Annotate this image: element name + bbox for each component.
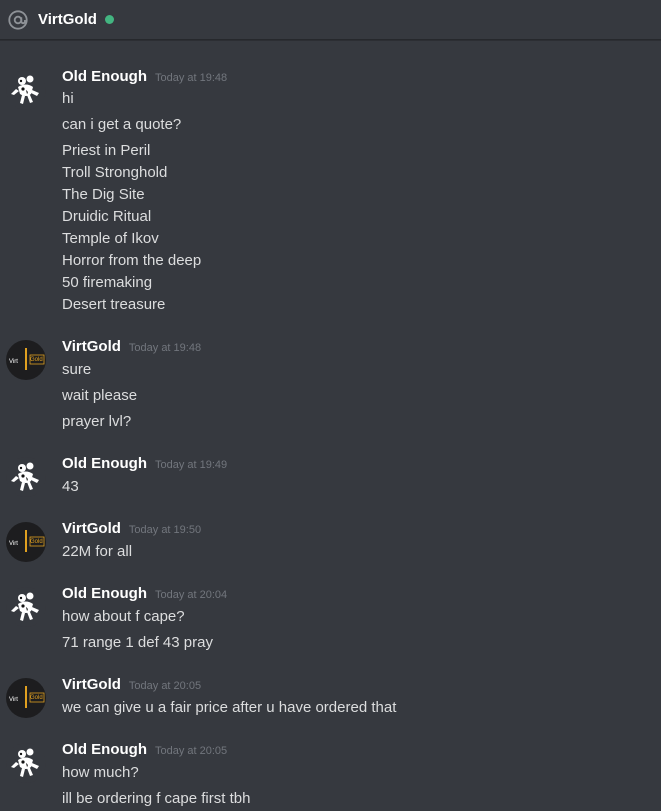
message-timestamp: Today at 19:49 (154, 459, 228, 471)
old-enough-avatar[interactable] (6, 457, 46, 497)
message-text: how about f cape? (62, 608, 185, 625)
message-timestamp: Today at 20:05 (154, 745, 228, 757)
author-name[interactable]: Old Enough (62, 585, 147, 602)
author-name[interactable]: Old Enough (62, 741, 147, 758)
old-enough-avatar[interactable] (6, 587, 46, 627)
message-text: Desert treasure (62, 296, 166, 313)
message-timestamp: Today at 19:48 (154, 72, 228, 84)
message-timestamp: Today at 19:50 (128, 524, 202, 536)
message-text: we can give u a fair price after u have … (62, 699, 397, 716)
message-text: 43 (62, 478, 79, 495)
online-status-dot (104, 15, 114, 24)
author-name[interactable]: Old Enough (62, 68, 147, 85)
message-timestamp: Today at 20:05 (128, 680, 202, 692)
author-name[interactable]: VirtGold (62, 520, 121, 537)
old-enough-avatar[interactable] (6, 743, 46, 783)
message-text: The Dig Site (62, 186, 145, 203)
message-text: hi (62, 90, 74, 107)
message-text: 50 firemaking (62, 274, 153, 291)
message-text: prayer lvl? (62, 413, 132, 430)
virtgold-avatar[interactable]: Virt Gold (6, 340, 46, 380)
message-text: Troll Stronghold (62, 164, 168, 181)
message-text: 22M for all (62, 543, 133, 560)
message-text: Druidic Ritual (62, 208, 152, 225)
svg-text:Virt: Virt (9, 697, 18, 703)
author-name[interactable]: Old Enough (62, 455, 147, 472)
message-text: can i get a quote? (62, 116, 182, 133)
svg-text:Gold: Gold (30, 539, 43, 545)
svg-text:Gold: Gold (30, 357, 43, 363)
message-text: Horror from the deep (62, 252, 202, 269)
author-name[interactable]: VirtGold (62, 338, 121, 355)
message-text: Priest in Peril (62, 142, 151, 159)
virtgold-avatar[interactable]: Virt Gold (6, 522, 46, 562)
message-list[interactable]: Old Enough Today at 19:48 hi can i get a qu… (0, 40, 661, 811)
message-text: wait please (62, 387, 138, 404)
message-text: Temple of Ikov (62, 230, 159, 247)
channel-name: VirtGold (38, 11, 97, 28)
svg-text:Gold: Gold (30, 695, 43, 701)
message-timestamp: Today at 20:04 (154, 589, 228, 601)
message-timestamp: Today at 19:48 (128, 342, 202, 354)
virtgold-avatar[interactable]: Virt Gold (6, 678, 46, 718)
message-text: ill be ordering f cape first tbh (62, 790, 251, 807)
channel-header: VirtGold (0, 0, 661, 40)
old-enough-avatar[interactable] (6, 70, 46, 110)
svg-text:Virt: Virt (9, 359, 18, 365)
message-text: how much? (62, 764, 139, 781)
message-text: 71 range 1 def 43 pray (62, 634, 213, 651)
at-sign-icon (6, 8, 30, 32)
author-name[interactable]: VirtGold (62, 676, 121, 693)
message-text: sure (62, 361, 92, 378)
svg-text:Virt: Virt (9, 541, 18, 547)
